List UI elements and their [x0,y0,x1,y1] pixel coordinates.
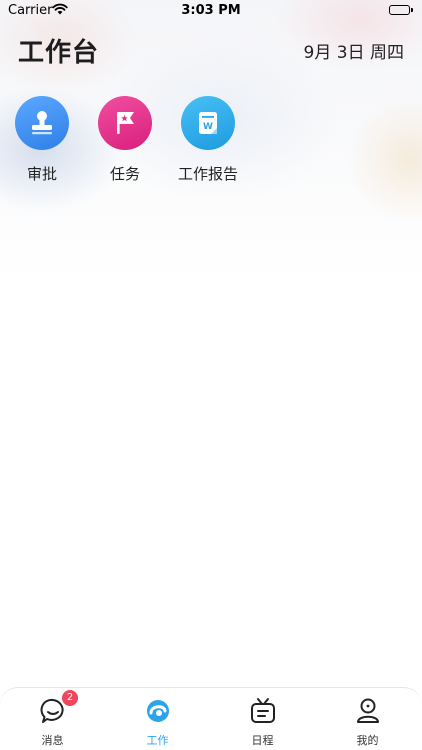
schedule-tv-icon [210,696,315,726]
approval-stamp-icon [15,96,69,150]
work-icon [105,696,210,726]
tab-messages[interactable]: 2 消息 [0,690,105,748]
status-bar: Carrier 3:03 PM [0,0,422,22]
tab-label: 我的 [356,734,379,747]
tab-label: 工作 [146,734,169,747]
tab-work[interactable]: 工作 [105,696,210,748]
tab-schedule[interactable]: 日程 [210,696,315,748]
app-label: 任务 [109,165,140,183]
app-approval[interactable]: 审批 [2,96,82,184]
page-title: 工作台 [18,38,100,68]
work-report-icon: W [181,96,235,150]
app-label: 审批 [26,165,57,183]
message-bubble-icon: 2 [0,690,105,726]
task-flag-icon [98,96,152,150]
unread-badge: 2 [62,690,78,706]
tab-profile[interactable]: 我的 [315,696,420,748]
svg-text:W: W [203,122,213,132]
tab-bar: 2 消息 工作 日程 我的 [0,687,422,750]
tab-label: 消息 [41,734,64,747]
profile-icon [315,696,420,726]
app-task[interactable]: 任务 [85,96,165,184]
app-work-report[interactable]: W 工作报告 [168,96,248,184]
tab-label: 日程 [251,734,274,747]
status-time: 3:03 PM [181,3,241,18]
current-date: 9月 3日 周四 [303,43,404,63]
battery-icon [389,5,413,15]
app-label: 工作报告 [177,165,238,183]
